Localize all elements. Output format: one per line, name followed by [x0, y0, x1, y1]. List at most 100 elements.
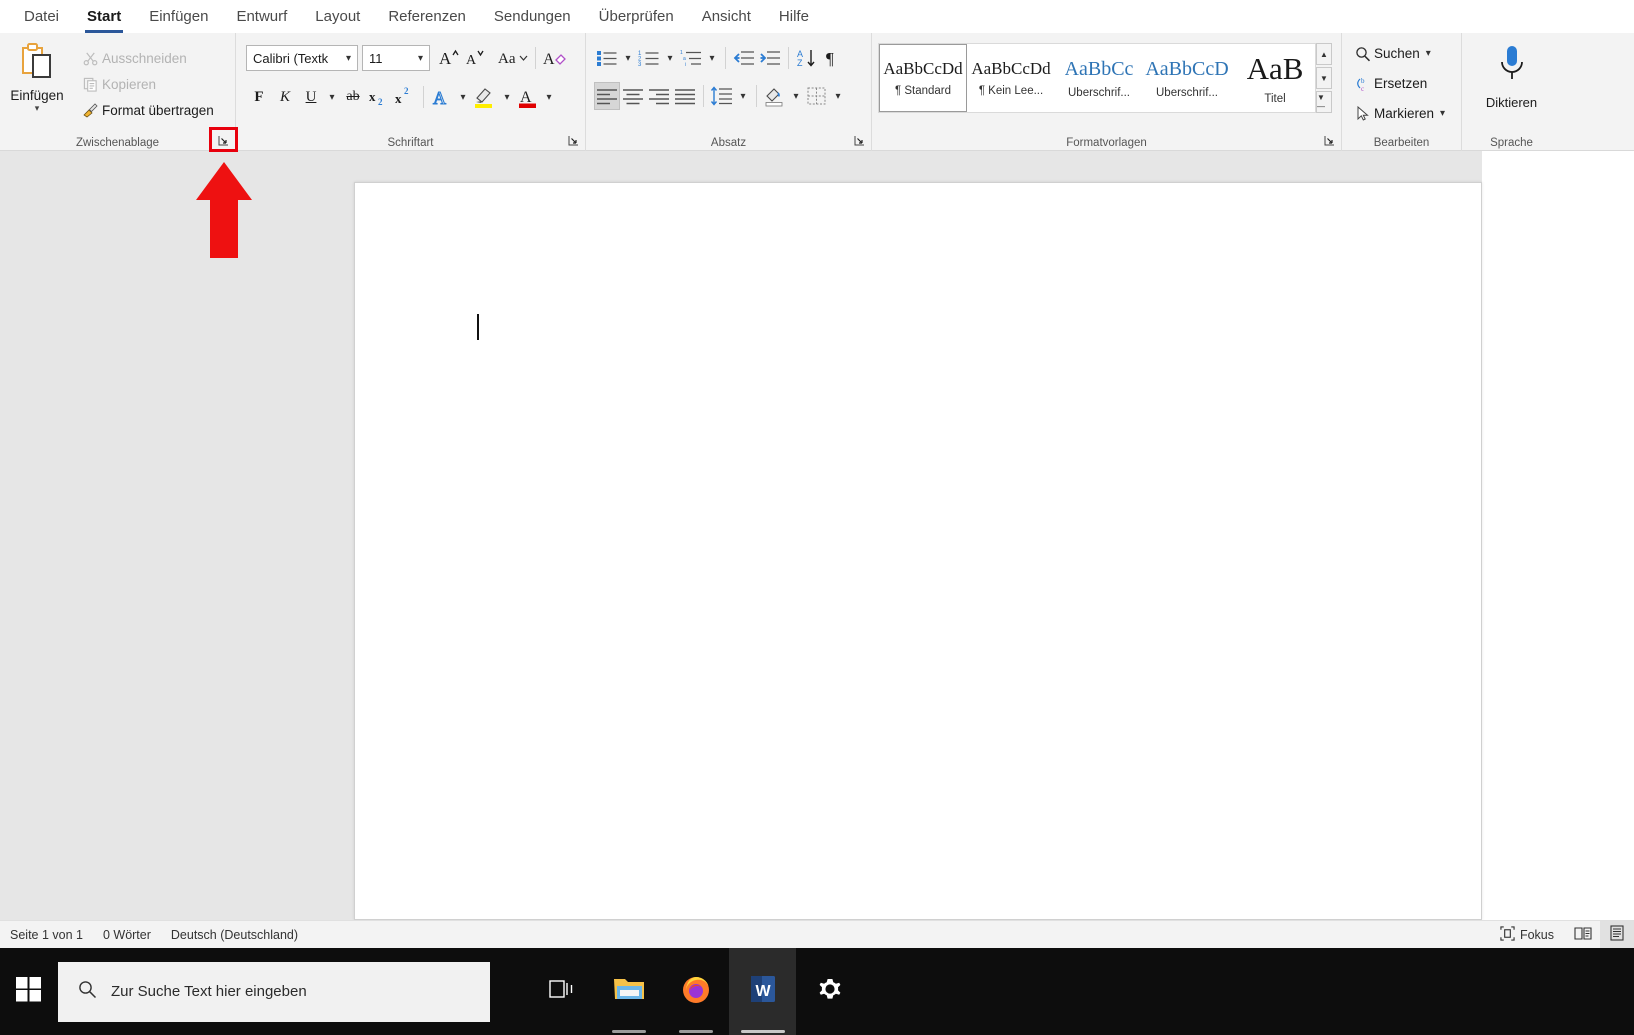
style-item-titel[interactable]: AaB Titel — [1231, 44, 1315, 112]
settings-icon — [815, 974, 845, 1009]
tab-start[interactable]: Start — [73, 2, 135, 33]
chevron-down-icon[interactable]: ▾ — [342, 53, 355, 64]
select-button-label: Markieren — [1374, 106, 1435, 121]
chevron-down-icon[interactable]: ▾ — [35, 104, 40, 113]
style-item-standard[interactable]: AaBbCcDd ¶ Standard — [879, 44, 967, 112]
start-button[interactable] — [0, 948, 58, 1035]
highlight-chevron-down-icon[interactable]: ▾ — [499, 83, 515, 111]
styles-scroll-down-button[interactable]: ▼ — [1316, 67, 1332, 89]
tab-einfuegen[interactable]: Einfügen — [135, 2, 222, 33]
subscript-button[interactable]: x2 — [366, 83, 392, 111]
underline-chevron-down-icon[interactable]: ▾ — [324, 83, 340, 111]
paragraph-dialog-launcher[interactable] — [852, 133, 867, 148]
dictate-button[interactable]: Diktieren — [1462, 37, 1561, 110]
print-layout-button[interactable] — [1600, 920, 1634, 949]
show-formatting-marks-button[interactable]: ¶ — [820, 44, 846, 72]
tab-entwurf[interactable]: Entwurf — [222, 2, 301, 33]
strikethrough-button[interactable]: ab — [340, 83, 366, 111]
font-name-combo[interactable]: Calibri (Textk ▾ — [246, 45, 358, 71]
superscript-button[interactable]: x2 — [392, 83, 418, 111]
grow-font-button[interactable]: A — [436, 44, 462, 72]
file-explorer-button[interactable] — [595, 948, 662, 1035]
justify-button[interactable] — [672, 82, 698, 110]
select-chevron-down-icon[interactable]: ▾ — [1440, 108, 1445, 119]
find-button[interactable]: Suchen ▾ — [1352, 40, 1461, 67]
bullet-list-chevron-down-icon[interactable]: ▾ — [620, 44, 636, 72]
svg-text:c: c — [1361, 85, 1364, 92]
font-color-button[interactable]: A — [515, 83, 541, 111]
editing-group-label: Bearbeiten — [1373, 137, 1430, 149]
status-page-info[interactable]: Seite 1 von 1 — [0, 928, 93, 942]
sort-button[interactable]: AZ — [794, 44, 820, 72]
font-color-chevron-down-icon[interactable]: ▾ — [541, 83, 557, 111]
task-view-button[interactable] — [528, 948, 595, 1035]
select-button[interactable]: Markieren ▾ — [1352, 100, 1461, 127]
decrease-indent-button[interactable] — [731, 44, 757, 72]
clipboard-dialog-launcher[interactable] — [216, 133, 231, 148]
numbered-list-button[interactable]: 123 — [636, 44, 662, 72]
bold-button[interactable]: F — [246, 83, 272, 111]
document-page[interactable] — [354, 182, 1482, 920]
copy-button[interactable]: Kopieren — [74, 71, 214, 97]
styles-gallery-scroll: ▲ ▼ ▼— — [1316, 43, 1332, 113]
shading-button[interactable] — [762, 82, 788, 110]
tab-layout[interactable]: Layout — [301, 2, 374, 33]
text-effects-chevron-down-icon[interactable]: ▾ — [455, 83, 471, 111]
tab-referenzen[interactable]: Referenzen — [374, 2, 480, 33]
borders-button[interactable] — [804, 82, 830, 110]
line-spacing-button[interactable] — [709, 82, 735, 110]
taskbar-app-icons: W — [528, 948, 863, 1035]
styles-scroll-up-button[interactable]: ▲ — [1316, 43, 1332, 65]
paste-button[interactable]: Einfügen ▾ — [0, 37, 74, 151]
status-bar: Seite 1 von 1 0 Wörter Deutsch (Deutschl… — [0, 920, 1634, 949]
align-right-button[interactable] — [646, 82, 672, 110]
cut-button[interactable]: Ausschneiden — [74, 45, 214, 71]
tab-datei[interactable]: Datei — [10, 2, 73, 33]
text-effects-button[interactable]: A — [429, 83, 455, 111]
firefox-button[interactable] — [662, 948, 729, 1035]
status-language[interactable]: Deutsch (Deutschland) — [161, 928, 308, 942]
style-item-ueberschrift-2[interactable]: AaBbCcD Überschrif... — [1143, 44, 1231, 112]
change-case-button[interactable]: Aa — [496, 44, 530, 72]
taskbar-search-box[interactable]: Zur Suche Text hier eingeben — [58, 961, 490, 1022]
focus-mode-button[interactable]: Fokus — [1488, 925, 1566, 944]
tab-ueberpruefen[interactable]: Überprüfen — [585, 2, 688, 33]
replace-button[interactable]: bc Ersetzen — [1352, 70, 1461, 97]
shrink-font-button[interactable]: A — [462, 44, 488, 72]
svg-text:A: A — [466, 53, 477, 68]
styles-dialog-launcher[interactable] — [1322, 133, 1337, 148]
numbered-list-chevron-down-icon[interactable]: ▾ — [662, 44, 678, 72]
format-painter-button[interactable]: Format übertragen — [74, 97, 214, 123]
find-chevron-down-icon[interactable]: ▾ — [1426, 48, 1431, 59]
font-size-combo[interactable]: 11 ▾ — [362, 45, 430, 71]
shading-chevron-down-icon[interactable]: ▾ — [788, 82, 804, 110]
read-mode-button[interactable] — [1566, 921, 1600, 949]
font-dialog-launcher[interactable] — [566, 133, 581, 148]
borders-chevron-down-icon[interactable]: ▾ — [830, 82, 846, 110]
align-center-button[interactable] — [620, 82, 646, 110]
chevron-down-icon[interactable]: ▾ — [414, 53, 427, 64]
clear-formatting-button[interactable]: A — [541, 44, 571, 72]
multilevel-list-chevron-down-icon[interactable]: ▾ — [704, 44, 720, 72]
increase-indent-button[interactable] — [757, 44, 783, 72]
tab-ansicht[interactable]: Ansicht — [688, 2, 765, 33]
align-left-button[interactable] — [594, 82, 620, 110]
styles-gallery[interactable]: AaBbCcDd ¶ Standard AaBbCcDd ¶ Kein Lee.… — [878, 43, 1316, 113]
word-button[interactable]: W — [729, 948, 796, 1035]
tab-hilfe[interactable]: Hilfe — [765, 2, 823, 33]
multilevel-list-button[interactable]: 1ai — [678, 44, 704, 72]
style-item-ueberschrift-1[interactable]: AaBbCc Überschrif... — [1055, 44, 1143, 112]
italic-button[interactable]: K — [272, 83, 298, 111]
right-side-pane — [1482, 151, 1634, 920]
settings-button[interactable] — [796, 948, 863, 1035]
styles-more-button[interactable]: ▼— — [1316, 91, 1332, 113]
tab-sendungen[interactable]: Sendungen — [480, 2, 585, 33]
line-spacing-chevron-down-icon[interactable]: ▾ — [735, 82, 751, 110]
copy-icon — [78, 77, 102, 92]
style-item-kein-leerraum[interactable]: AaBbCcDd ¶ Kein Lee... — [967, 44, 1055, 112]
ribbon-group-speech: Diktieren Sprache — [1461, 33, 1561, 151]
bullet-list-button[interactable] — [594, 44, 620, 72]
status-word-count[interactable]: 0 Wörter — [93, 928, 161, 942]
highlight-color-button[interactable] — [471, 83, 499, 111]
underline-button[interactable]: U — [298, 83, 324, 111]
